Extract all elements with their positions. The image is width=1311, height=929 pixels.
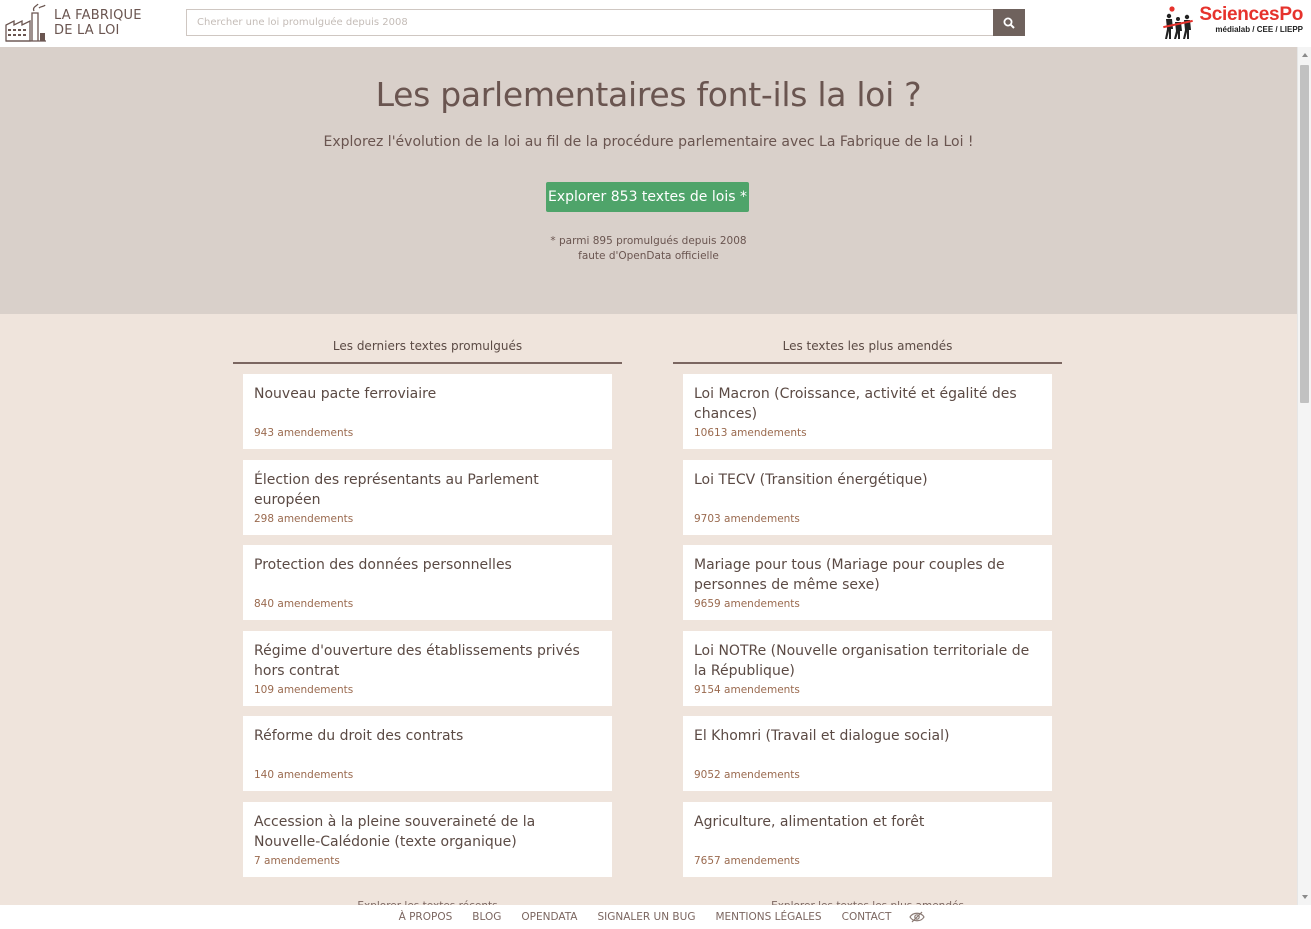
amendment-count: 9703 amendements: [694, 512, 800, 525]
list-item[interactable]: Accession à la pleine souveraineté de la…: [243, 801, 612, 877]
top-bar: LA FABRIQUE DE LA LOI Sci: [0, 0, 1311, 47]
logo-line-2: DE LA LOI: [54, 23, 120, 38]
hero-subtitle: Explorez l'évolution de la loi au fil de…: [323, 134, 974, 150]
sciencespo-logo[interactable]: SciencesPo médialab / CEE / LIEPP: [1163, 5, 1303, 41]
law-title: Nouveau pacte ferroviaire: [254, 386, 437, 402]
most-amended-column: Les textes les plus amendés Loi Macron (…: [673, 339, 1062, 907]
scroll-down-arrow-icon[interactable]: [1302, 895, 1308, 899]
amendment-count: 9154 amendements: [694, 683, 800, 696]
sciencespo-title: SciencesPo: [1199, 4, 1303, 25]
amendment-count: 9659 amendements: [694, 598, 800, 610]
list-item[interactable]: El Khomri (Travail et dialogue social) 9…: [683, 716, 1052, 791]
list-item[interactable]: Loi TECV (Transition énergétique) 9703 a…: [683, 459, 1052, 535]
law-title: Accession à la pleine souveraineté de la…: [254, 813, 536, 850]
factory-logo-icon: [5, 3, 46, 42]
footer-link-contact[interactable]: CONTACT: [842, 911, 892, 923]
amendment-count: 109 amendements: [254, 683, 354, 696]
list-item[interactable]: Loi NOTRe (Nouvelle organisation territo…: [683, 630, 1052, 706]
footer-link-opendata[interactable]: OPENDATA: [521, 911, 577, 923]
law-title: Loi Macron (Croissance, activité et égal…: [694, 386, 1017, 422]
most-amended-heading: Les textes les plus amendés: [673, 339, 1062, 364]
hero-banner: Les parlementaires font-ils la loi ? Exp…: [0, 47, 1297, 314]
list-item[interactable]: Loi Macron (Croissance, activité et égal…: [683, 374, 1052, 449]
list-item[interactable]: Élection des représentants au Parlement …: [243, 459, 612, 535]
amendment-count: 298 amendements: [254, 512, 354, 525]
law-title: Loi TECV (Transition énergétique): [694, 471, 928, 488]
amendment-count: 140 amendements: [254, 769, 354, 781]
amendment-count: 7 amendements: [254, 854, 340, 867]
search-button[interactable]: [993, 9, 1025, 36]
amendment-count: 943 amendements: [254, 427, 354, 439]
hero-note: * parmi 895 promulgués depuis 2008 faute…: [0, 234, 1297, 264]
sciencespo-figures-icon: [1163, 6, 1194, 39]
hero-note-line-2: faute d'OpenData officielle: [578, 250, 719, 262]
amendment-count: 9052 amendements: [694, 769, 800, 781]
sciencespo-text: SciencesPo médialab / CEE / LIEPP: [1199, 5, 1303, 35]
sciencespo-subtitle: médialab / CEE / LIEPP: [1215, 25, 1303, 34]
law-title: Protection des données personnelles: [254, 557, 512, 573]
site-logo[interactable]: LA FABRIQUE DE LA LOI: [4, 3, 144, 43]
hero-note-line-1: * parmi 895 promulgués depuis 2008: [550, 235, 747, 247]
list-item[interactable]: Réforme du droit des contrats 140 amende…: [243, 716, 612, 791]
footer-link-blog[interactable]: BLOG: [472, 911, 501, 923]
footer-link-about[interactable]: À PROPOS: [399, 911, 453, 923]
list-item[interactable]: Protection des données personnelles 840 …: [243, 545, 612, 620]
logo-line-1: LA FABRIQUE: [54, 8, 142, 23]
search-icon: [1003, 17, 1015, 29]
law-title: Régime d'ouverture des établissements pr…: [254, 642, 580, 679]
footer: À PROPOS BLOG OPENDATA SIGNALER UN BUG M…: [0, 905, 1311, 929]
amendment-count: 7657 amendements: [694, 854, 800, 867]
law-title: Agriculture, alimentation et forêt: [694, 813, 925, 830]
law-title: El Khomri (Travail et dialogue social): [694, 728, 950, 744]
hero-title: Les parlementaires font-ils la loi ?: [375, 75, 922, 114]
search-input[interactable]: [186, 9, 993, 36]
latest-laws-column: Les derniers textes promulgués Nouveau p…: [233, 339, 622, 907]
amendment-count: 840 amendements: [254, 598, 354, 610]
list-item[interactable]: Agriculture, alimentation et forêt 7657 …: [683, 801, 1052, 877]
page-scrollbar[interactable]: [1297, 47, 1311, 905]
scrollbar-thumb[interactable]: [1300, 65, 1309, 403]
law-title: Mariage pour tous (Mariage pour couples …: [694, 557, 1005, 593]
list-item[interactable]: Nouveau pacte ferroviaire 943 amendement…: [243, 374, 612, 449]
search-bar: [186, 9, 1025, 36]
eye-slash-icon[interactable]: [909, 911, 926, 923]
logo-text: LA FABRIQUE DE LA LOI: [54, 8, 142, 38]
law-title: Élection des représentants au Parlement …: [254, 471, 539, 508]
list-item[interactable]: Régime d'ouverture des établissements pr…: [243, 630, 612, 706]
law-title: Réforme du droit des contrats: [254, 728, 464, 744]
list-item[interactable]: Mariage pour tous (Mariage pour couples …: [683, 545, 1052, 620]
latest-laws-list: Nouveau pacte ferroviaire 943 amendement…: [233, 364, 622, 877]
footer-link-legal[interactable]: MENTIONS LÉGALES: [715, 911, 821, 923]
footer-link-report-bug[interactable]: SIGNALER UN BUG: [598, 911, 696, 923]
explore-laws-button[interactable]: Explorer 853 textes de lois *: [546, 182, 749, 212]
scroll-up-arrow-icon[interactable]: [1302, 53, 1308, 57]
most-amended-list: Loi Macron (Croissance, activité et égal…: [673, 364, 1062, 877]
latest-laws-heading: Les derniers textes promulgués: [233, 339, 622, 364]
amendment-count: 10613 amendements: [694, 427, 807, 439]
law-title: Loi NOTRe (Nouvelle organisation territo…: [694, 642, 1030, 679]
